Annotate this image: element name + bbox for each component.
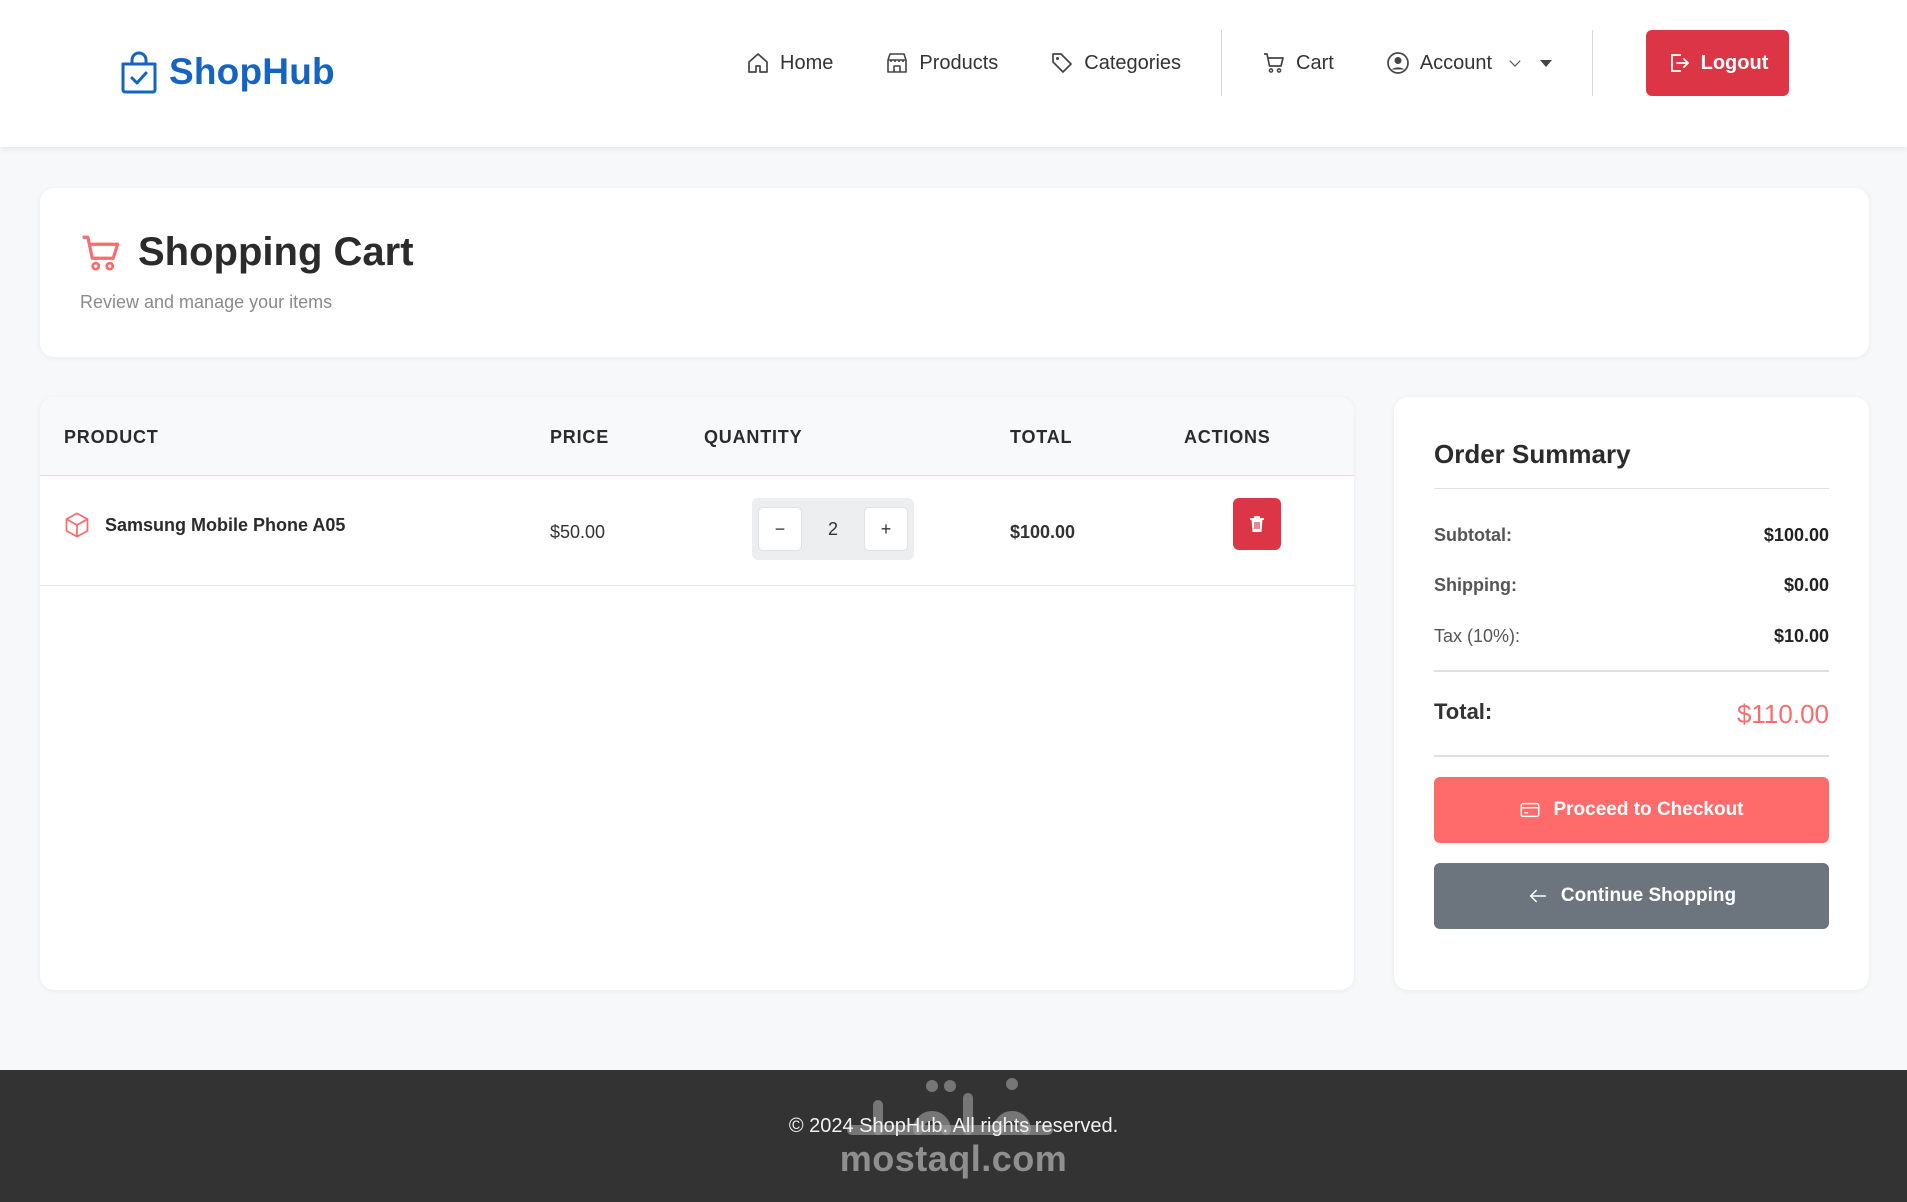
product-cell: Samsung Mobile Phone A05 <box>63 511 345 539</box>
logout-icon <box>1670 54 1689 72</box>
column-header-product: PRODUCT <box>64 427 159 447</box>
box-icon <box>65 512 89 538</box>
total-cell: $100.00 <box>1010 522 1076 542</box>
footer: © 2024 ShopHub. All rights reserved. mos… <box>0 1070 1907 1202</box>
quantity-stepper: − 2 + <box>752 498 914 560</box>
brand-name: ShopHub <box>169 51 335 92</box>
cart-table: PRODUCT PRICE QUANTITY TOTAL ACTIONS Sam… <box>40 397 1354 990</box>
summary-divider <box>1434 488 1829 489</box>
price-cell: $50.00 <box>550 522 606 542</box>
tax-value: $10.00 <box>1773 626 1829 646</box>
credit-card-icon <box>1521 802 1540 818</box>
logout-button[interactable]: Logout <box>1646 30 1789 96</box>
nav-home-label: Home <box>780 51 834 74</box>
summary-divider <box>1434 755 1829 757</box>
shipping-row: Shipping: $0.00 <box>1434 575 1829 596</box>
checkout-label: Proceed to Checkout <box>1553 799 1744 820</box>
chevron-down-icon <box>1509 60 1521 67</box>
nav-divider <box>1592 30 1594 96</box>
house-icon <box>748 53 768 73</box>
delete-item-button[interactable] <box>1233 498 1281 550</box>
watermark-domain: mostaql.com <box>839 1138 1068 1179</box>
user-circle-icon <box>1386 52 1409 74</box>
nav-home[interactable]: Home <box>720 51 859 75</box>
total-row: Total: $110.00 <box>1434 699 1829 730</box>
table-row: Samsung Mobile Phone A05 $50.00 − 2 + $1… <box>40 476 1354 586</box>
column-header-price: PRICE <box>550 427 610 447</box>
quantity-value[interactable]: 2 <box>802 519 864 540</box>
increase-quantity-button[interactable]: + <box>864 507 908 551</box>
summary-title: Order Summary <box>1434 439 1631 469</box>
page-header: Shopping Cart Review and manage your ite… <box>40 188 1869 357</box>
subtotal-row: Subtotal: $100.00 <box>1434 525 1829 546</box>
store-icon <box>887 53 908 73</box>
continue-label: Continue Shopping <box>1560 885 1737 906</box>
order-summary: Order Summary Subtotal: $100.00 Shipping… <box>1394 397 1869 990</box>
shopping-bag-icon <box>121 51 157 94</box>
tax-row: Tax (10%): $10.00 <box>1434 626 1829 647</box>
nav-categories[interactable]: Categories <box>1024 51 1207 75</box>
page-title-row: Shopping Cart <box>80 230 414 275</box>
column-header-total: TOTAL <box>1010 427 1073 447</box>
nav-account-dropdown[interactable]: Account <box>1360 51 1578 75</box>
tag-icon <box>1052 53 1073 73</box>
shipping-label: Shipping: <box>1434 575 1517 595</box>
nav-categories-label: Categories <box>1084 51 1182 74</box>
cart-icon <box>82 235 120 270</box>
cart-icon <box>1264 53 1284 73</box>
navbar: ShopHub Home Products Categories Cart Ac… <box>0 0 1907 147</box>
nav-products[interactable]: Products <box>859 51 1024 75</box>
nav-cart-label: Cart <box>1296 51 1334 74</box>
summary-divider <box>1434 670 1829 672</box>
column-header-actions: ACTIONS <box>1184 427 1271 447</box>
continue-shopping-button[interactable]: Continue Shopping <box>1434 863 1829 929</box>
tax-label: Tax (10%): <box>1434 626 1521 646</box>
subtotal-label: Subtotal: <box>1434 525 1512 545</box>
total-label: Total: <box>1434 699 1493 724</box>
nav-account-label: Account <box>1419 51 1493 74</box>
arrow-left-icon <box>1529 889 1547 903</box>
brand-logo[interactable]: ShopHub <box>119 50 335 94</box>
subtotal-value: $100.00 <box>1763 525 1829 545</box>
nav-products-label: Products <box>919 51 999 74</box>
footer-copyright: © 2024 ShopHub. All rights reserved. <box>788 1115 1119 1137</box>
table-header: PRODUCT PRICE QUANTITY TOTAL ACTIONS <box>40 397 1354 476</box>
column-header-quantity: QUANTITY <box>704 427 803 447</box>
nav-links: Home Products Categories Cart Account <box>720 30 1607 96</box>
logout-label: Logout <box>1700 51 1769 74</box>
product-name[interactable]: Samsung Mobile Phone A05 <box>105 515 345 536</box>
nav-cart[interactable]: Cart <box>1236 51 1360 75</box>
decrease-quantity-button[interactable]: − <box>758 507 802 551</box>
trash-icon <box>1250 516 1264 532</box>
nav-divider <box>1221 30 1223 96</box>
page-title: Shopping Cart <box>138 230 414 274</box>
page-subtitle: Review and manage your items <box>80 292 333 312</box>
shipping-value: $0.00 <box>1783 575 1829 595</box>
proceed-to-checkout-button[interactable]: Proceed to Checkout <box>1434 777 1829 843</box>
caret-down-icon <box>1540 59 1553 67</box>
total-value: $110.00 <box>1736 699 1829 729</box>
